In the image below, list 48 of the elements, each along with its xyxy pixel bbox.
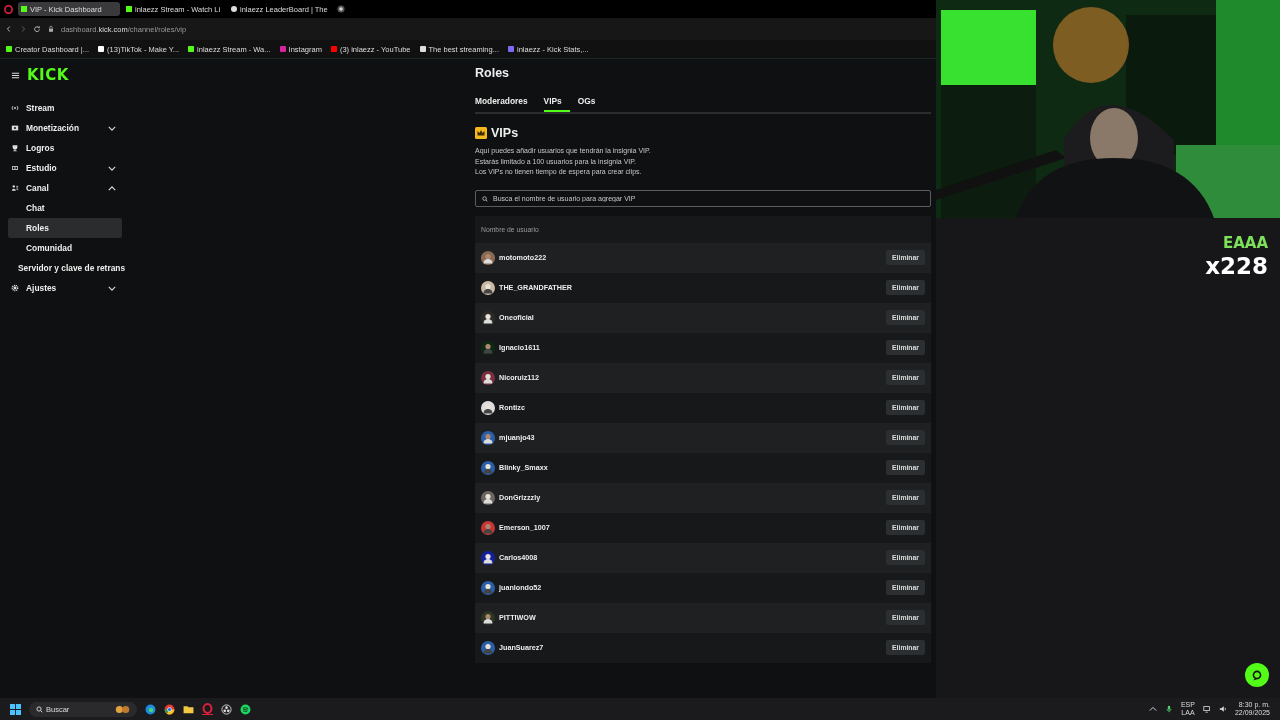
- search-icon: [482, 195, 488, 202]
- sidebar-item[interactable]: Stream: [8, 98, 122, 118]
- windows-start-icon[interactable]: [10, 703, 21, 715]
- stream-icon: [11, 104, 19, 112]
- sidebar-item[interactable]: Monetización: [8, 118, 122, 138]
- sidebar-item[interactable]: Canal: [8, 178, 122, 198]
- lock-icon: [47, 25, 55, 33]
- trophy-icon: [11, 144, 19, 152]
- browser-logo-icon[interactable]: [4, 4, 13, 14]
- chevron-up-icon[interactable]: [1148, 705, 1157, 713]
- chrome-browser-icon[interactable]: [164, 703, 175, 715]
- menu-icon[interactable]: [11, 70, 20, 80]
- sidebar-subitem[interactable]: Comunidad: [8, 238, 122, 258]
- gear-icon: [11, 284, 19, 292]
- overlay-counter: x228: [1205, 252, 1268, 280]
- studio-icon: [11, 164, 19, 172]
- chevron-icon[interactable]: [108, 125, 116, 131]
- reload-icon[interactable]: [33, 25, 41, 33]
- speaker-icon[interactable]: [1218, 705, 1227, 713]
- sidebar-item[interactable]: Logros: [8, 138, 122, 158]
- microphone-icon[interactable]: [1164, 705, 1173, 713]
- opera-browser-icon[interactable]: [202, 703, 213, 715]
- chat-icon[interactable]: [1245, 663, 1269, 687]
- search-icon: [36, 705, 43, 713]
- crown-icon: [475, 127, 487, 139]
- kick-logo[interactable]: KICK: [27, 67, 69, 83]
- section-title: VIPs: [491, 126, 519, 140]
- new-tab-icon[interactable]: [337, 5, 345, 13]
- tab[interactable]: VIPs: [543, 95, 570, 112]
- tab[interactable]: Moderadores: [475, 95, 536, 112]
- obs-icon[interactable]: [221, 703, 232, 715]
- chevron-icon[interactable]: [108, 165, 116, 171]
- page-title: Roles: [475, 66, 511, 80]
- sidebar-subitem[interactable]: Chat: [8, 198, 122, 218]
- overlay-caption: EAAA: [1222, 234, 1268, 252]
- channel-icon: [11, 184, 19, 192]
- folder-icon[interactable]: [183, 703, 194, 715]
- tab[interactable]: OGs: [577, 95, 604, 112]
- sidebar-item[interactable]: Ajustes: [8, 278, 122, 298]
- edge-browser-icon[interactable]: [145, 703, 156, 715]
- back-icon[interactable]: [5, 25, 13, 33]
- money-icon: [11, 124, 19, 132]
- sidebar-subitem[interactable]: Roles: [8, 218, 122, 238]
- widget-icon: [114, 704, 132, 714]
- spotify-icon[interactable]: [240, 703, 251, 715]
- chevron-icon[interactable]: [108, 185, 116, 191]
- sidebar-item[interactable]: Estudio: [8, 158, 122, 178]
- chevron-icon[interactable]: [108, 285, 116, 291]
